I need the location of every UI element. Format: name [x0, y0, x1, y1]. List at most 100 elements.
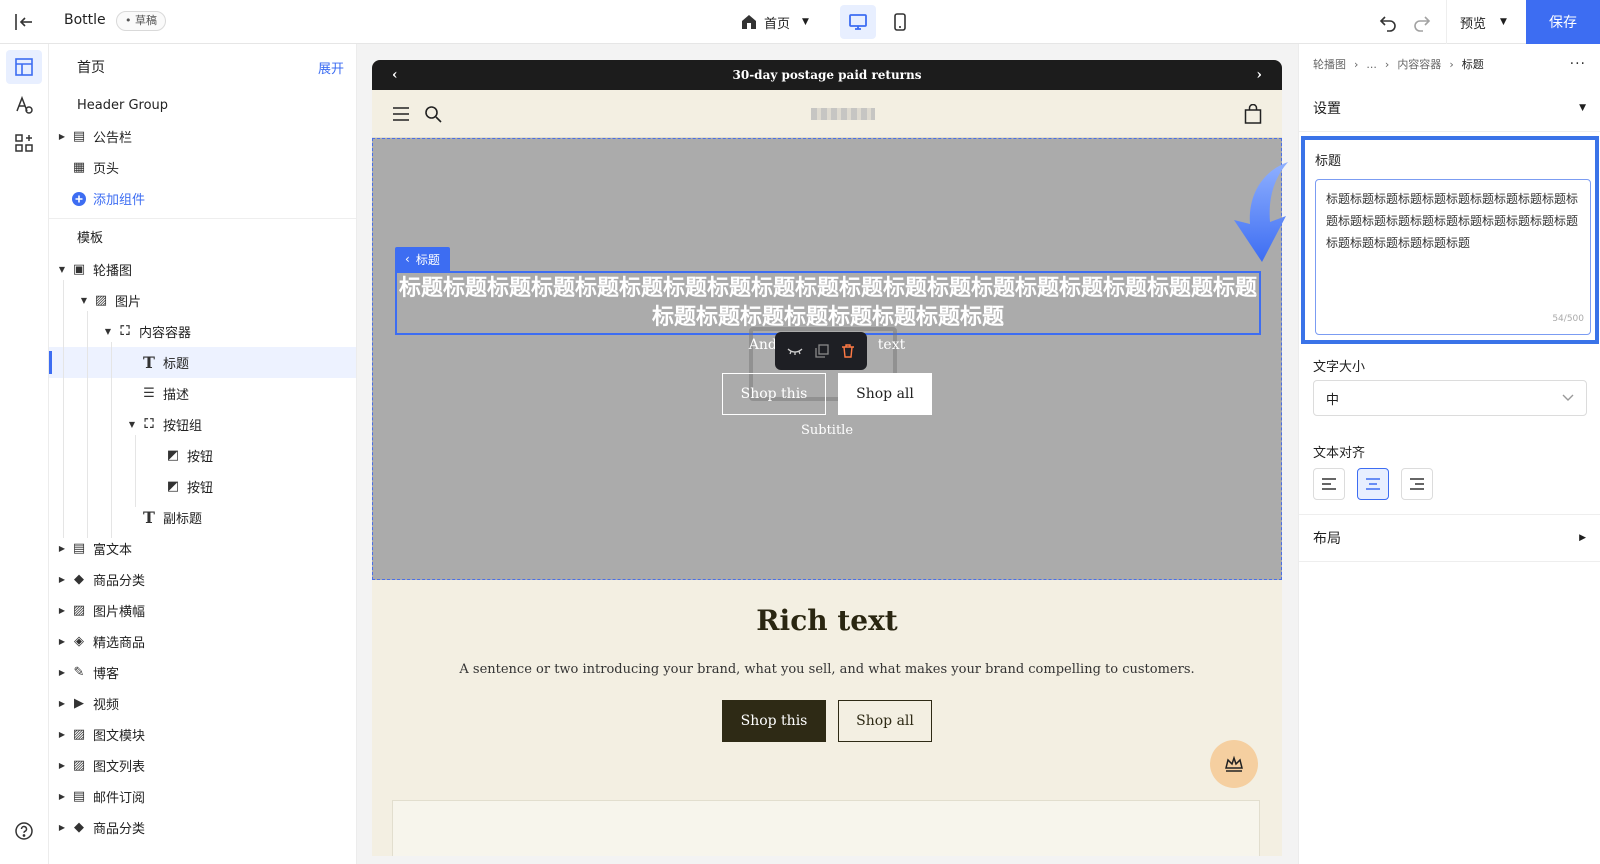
tree-item-subtitle[interactable]: T 副标题	[49, 502, 356, 533]
theme-style-icon[interactable]	[6, 88, 42, 122]
breadcrumb-item[interactable]: 轮播图	[1313, 56, 1346, 72]
settings-section-header[interactable]: 设置 ▼	[1299, 84, 1600, 132]
add-component-label: 添加组件	[93, 193, 146, 208]
layout-section-header[interactable]: 布局 ▶	[1299, 514, 1600, 562]
tree-item-image[interactable]: ▼ ▨ 图片	[49, 285, 356, 316]
align-left-icon[interactable]	[1313, 468, 1345, 500]
caret-right-icon[interactable]: ▶	[57, 730, 67, 739]
caret-right-icon[interactable]: ▶	[57, 575, 67, 584]
help-icon[interactable]	[6, 814, 42, 848]
hide-eye-icon[interactable]	[787, 345, 803, 357]
shop-this-button[interactable]: Shop this	[722, 373, 826, 415]
rich-text-description[interactable]: A sentence or two introducing your brand…	[372, 662, 1282, 677]
layout-icon[interactable]	[6, 50, 42, 84]
caret-right-icon[interactable]: ▶	[57, 699, 67, 708]
tree-item-image-banner[interactable]: ▶ ▨ 图片横幅	[49, 595, 356, 626]
chevron-left-icon[interactable]: ‹	[392, 67, 398, 83]
add-component-button[interactable]: 添加组件	[49, 183, 356, 214]
home-icon	[742, 15, 756, 29]
menu-icon[interactable]	[392, 106, 410, 122]
tree-item-carousel[interactable]: ▼ ▣ 轮播图	[49, 254, 356, 285]
mobile-view-button[interactable]	[882, 5, 918, 39]
tree-item-label: 图文列表	[93, 760, 146, 775]
tree-item-image-list[interactable]: ▶ ▨ 图文列表	[49, 750, 356, 781]
tree-item-featured-products[interactable]: ▶ ◈ 精选商品	[49, 626, 356, 657]
caret-right-icon[interactable]: ▶	[57, 823, 67, 832]
breadcrumb-item[interactable]: ...	[1366, 58, 1377, 71]
draft-badge: • 草稿	[116, 11, 166, 31]
tree-item-label: 公告栏	[93, 131, 133, 146]
shop-all-button[interactable]: Shop all	[838, 700, 932, 742]
caret-down-icon[interactable]: ▼	[57, 265, 67, 274]
caret-right-icon[interactable]: ▶	[57, 132, 67, 141]
title-textarea[interactable]: 标题标题标题标题标题标题标题标题标题标题标题标题标题标题标题标题标题标题标题标题…	[1315, 179, 1591, 335]
cart-icon[interactable]	[1244, 103, 1262, 124]
tree-item-header[interactable]: ▦ 页头	[49, 152, 356, 183]
undo-icon[interactable]	[1378, 12, 1398, 36]
tree-item-blog[interactable]: ▶ ✎ 博客	[49, 657, 356, 688]
properties-panel: 轮播图 › ... › 内容容器 › 标题 ··· 设置 ▼ 标题 标题标题标题…	[1298, 44, 1600, 864]
rich-text-title[interactable]: Rich text	[372, 604, 1282, 637]
caret-down-icon[interactable]: ▼	[103, 327, 113, 336]
chevron-right-icon[interactable]: ›	[1256, 67, 1262, 83]
duplicate-icon[interactable]	[815, 344, 829, 358]
caret-right-icon[interactable]: ▶	[57, 637, 67, 646]
shop-this-button[interactable]: Shop this	[722, 700, 826, 742]
tree-item-image-text[interactable]: ▶ ▨ 图文模块	[49, 719, 356, 750]
font-size-select[interactable]: 中	[1313, 380, 1587, 416]
shop-all-button[interactable]: Shop all	[838, 373, 932, 415]
caret-right-icon[interactable]: ▶	[57, 544, 67, 553]
caret-right-icon[interactable]: ▶	[57, 606, 67, 615]
tree-item-button-group[interactable]: ▼ ⛶ 按钮组	[49, 409, 356, 440]
exit-editor-icon[interactable]	[12, 10, 36, 34]
tree-item-button[interactable]: ◩ 按钮	[49, 471, 356, 502]
caret-right-icon[interactable]: ▶	[57, 761, 67, 770]
chevron-down-icon: ▼	[802, 17, 809, 27]
hero-title[interactable]: 标题标题标题标题标题标题标题标题标题标题标题标题标题标题标题标题标题标题题标题标…	[395, 271, 1261, 335]
more-options-icon[interactable]: ···	[1570, 56, 1586, 72]
button-icon: ◩	[166, 479, 180, 494]
hero-carousel-slide[interactable]: ‹ 标题 标题标题标题标题标题标题标题标题标题标题标题标题标题标题标题标题标题标…	[372, 138, 1282, 580]
tree-guide-line	[63, 280, 64, 538]
page-select[interactable]: 首页 ▼	[740, 10, 809, 34]
tree-item-content-container[interactable]: ▼ ⛶ 内容容器	[49, 316, 356, 347]
caret-right-icon[interactable]: ▶	[57, 792, 67, 801]
store-logo[interactable]	[811, 107, 875, 120]
tree-item-description[interactable]: ☰ 描述	[49, 378, 356, 409]
breadcrumb-item[interactable]: 内容容器	[1397, 56, 1441, 72]
rich-text-section[interactable]: Rich text A sentence or two introducing …	[372, 580, 1282, 856]
next-section-card[interactable]	[392, 800, 1260, 856]
tree-item-title[interactable]: T 标题	[49, 347, 356, 378]
preview-canvas: ‹ 30-day postage paid returns › ‹ 标题 标题标…	[372, 60, 1282, 856]
tree-item-product-category[interactable]: ▶ ◆ 商品分类	[49, 564, 356, 595]
selected-element-tag[interactable]: ‹ 标题	[395, 247, 450, 271]
tree-item-button[interactable]: ◩ 按钮	[49, 440, 356, 471]
save-button[interactable]: 保存	[1526, 0, 1600, 44]
tree-item-announcement[interactable]: ▶ ▤ 公告栏	[49, 121, 356, 152]
delete-icon[interactable]	[841, 344, 855, 358]
tree-item-richtext[interactable]: ▶ ▤ 富文本	[49, 533, 356, 564]
crown-icon[interactable]	[1210, 740, 1258, 788]
search-icon[interactable]	[424, 105, 442, 123]
mobile-icon	[894, 13, 906, 31]
desktop-view-button[interactable]	[840, 5, 876, 39]
align-center-icon[interactable]	[1357, 468, 1389, 500]
tree-header: 首页 展开	[49, 44, 356, 90]
redo-icon[interactable]	[1412, 12, 1432, 36]
caret-down-icon[interactable]: ▼	[127, 420, 137, 429]
hero-subtitle[interactable]: Subtitle	[373, 423, 1281, 438]
tree-item-newsletter[interactable]: ▶ ▤ 邮件订阅	[49, 781, 356, 812]
caret-right-icon[interactable]: ▶	[57, 668, 67, 677]
title-field-group: 标题 标题标题标题标题标题标题标题标题标题标题标题标题标题标题标题标题标题标题标…	[1301, 136, 1599, 344]
preview-button[interactable]: 预览 ▼	[1460, 0, 1507, 44]
title-textarea-value: 标题标题标题标题标题标题标题标题标题标题标题标题标题标题标题标题标题标题标题标题…	[1326, 192, 1579, 250]
caret-down-icon[interactable]: ▼	[79, 296, 89, 305]
tree-item-video[interactable]: ▶ ▶ 视频	[49, 688, 356, 719]
left-rail	[0, 44, 49, 864]
divider	[49, 218, 356, 219]
align-right-icon[interactable]	[1401, 468, 1433, 500]
tree-item-product-category[interactable]: ▶ ◆ 商品分类	[49, 812, 356, 843]
apps-icon[interactable]	[6, 126, 42, 160]
hero-description-right: text	[877, 337, 906, 353]
expand-all-link[interactable]: 展开	[318, 58, 344, 77]
